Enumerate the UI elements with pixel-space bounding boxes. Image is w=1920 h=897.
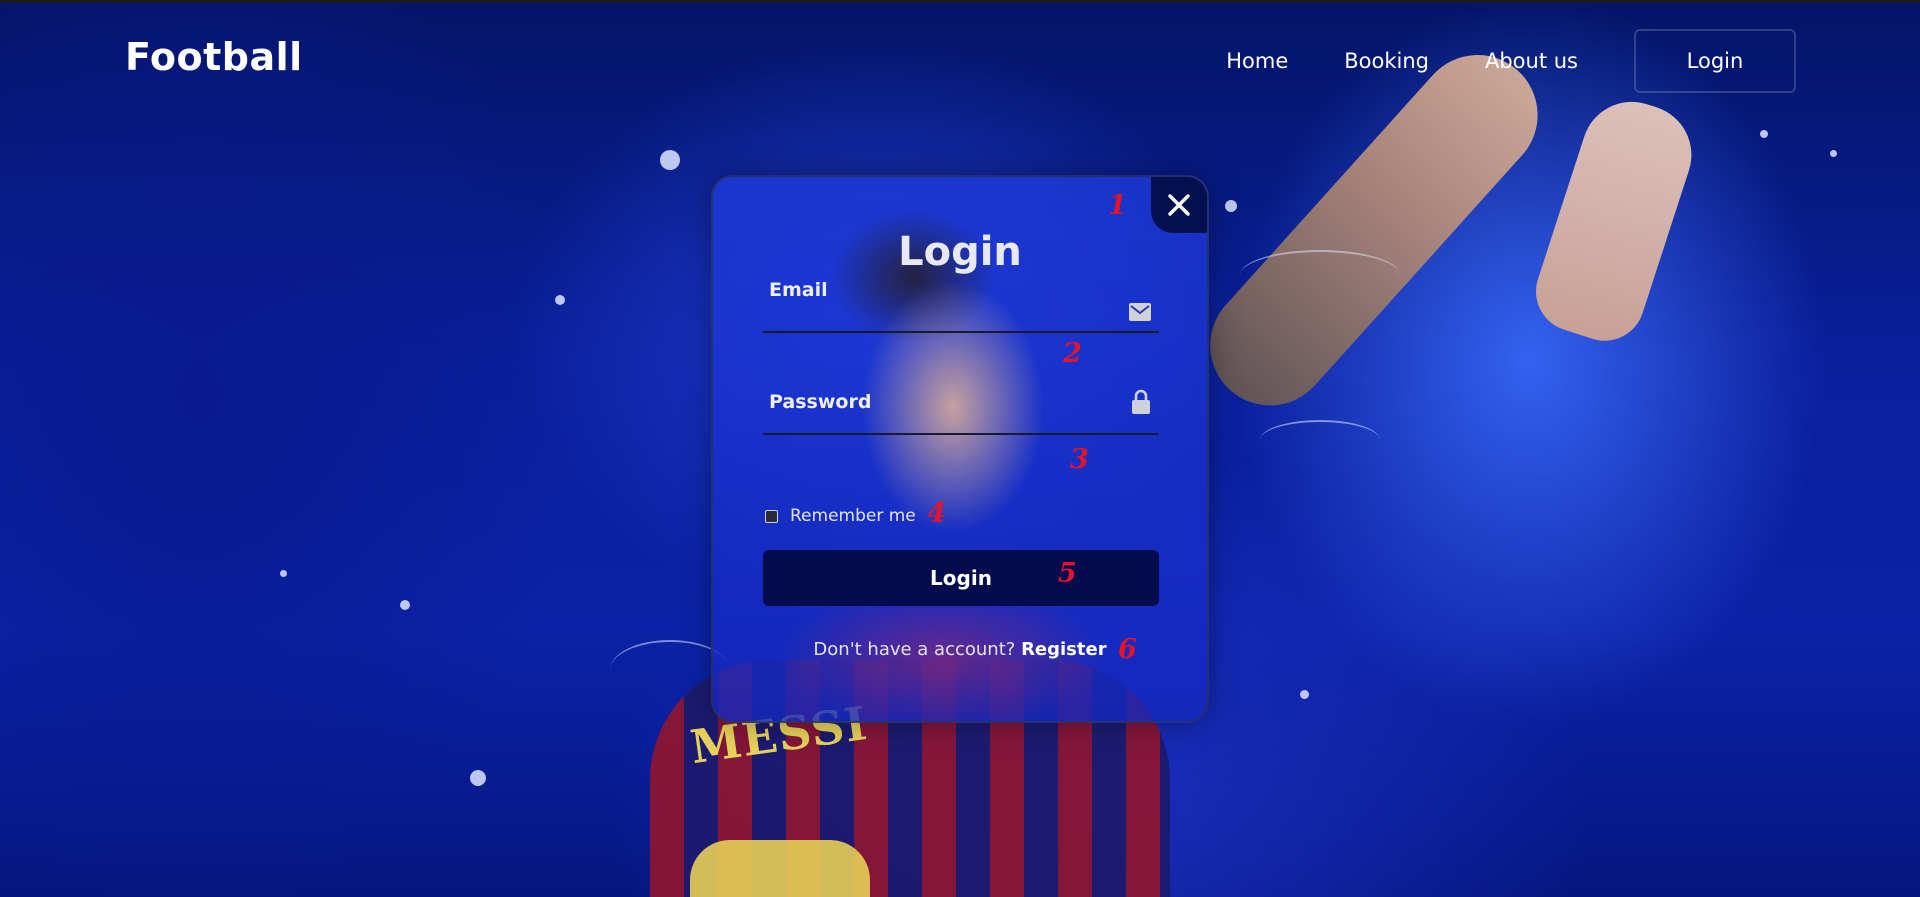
register-link[interactable]: Register: [1021, 639, 1107, 660]
nav-booking[interactable]: Booking: [1344, 29, 1429, 93]
remember-label: Remember me: [790, 506, 916, 526]
player-hand: [1525, 88, 1705, 352]
light-spark: [470, 770, 486, 786]
password-label: Password: [769, 391, 872, 413]
nav-home[interactable]: Home: [1226, 29, 1288, 93]
light-spark: [1830, 150, 1837, 157]
remember-checkbox[interactable]: [765, 509, 778, 523]
email-label: Email: [769, 279, 828, 301]
light-spark: [280, 570, 287, 577]
light-spark: [400, 600, 410, 610]
lock-icon: [1131, 389, 1151, 419]
login-submit-button[interactable]: Login: [763, 550, 1159, 606]
light-spark: [1760, 130, 1768, 138]
annotation-marker-3: 3: [1070, 444, 1089, 475]
light-spark: [1300, 690, 1309, 699]
annotation-marker-4: 4: [927, 498, 946, 529]
nav-about-us[interactable]: About us: [1485, 29, 1578, 93]
annotation-marker-2: 2: [1063, 338, 1082, 369]
light-spark: [660, 150, 680, 170]
light-spark: [555, 295, 565, 305]
envelope-icon: [1129, 303, 1151, 325]
register-prompt: Don't have a account?: [813, 639, 1016, 660]
main-nav: Home Booking About us Login: [1226, 29, 1796, 93]
light-spark: [1225, 200, 1237, 212]
password-field[interactable]: Password: [763, 365, 1159, 435]
brand-logo[interactable]: Football: [125, 35, 303, 79]
annotation-marker-5: 5: [1058, 558, 1077, 589]
light-streak: [1260, 420, 1380, 460]
nav-login-button[interactable]: Login: [1634, 29, 1796, 93]
jersey-number-shape: [690, 840, 870, 897]
annotation-marker-1: 1: [1108, 190, 1127, 221]
close-button[interactable]: [1151, 177, 1207, 233]
annotation-marker-6: 6: [1118, 634, 1137, 665]
email-field[interactable]: Email: [763, 263, 1159, 333]
close-icon: [1168, 194, 1190, 216]
light-streak: [1240, 250, 1400, 300]
remember-me[interactable]: Remember me: [765, 506, 916, 526]
top-navbar: Football Home Booking About us Login: [0, 0, 1920, 110]
